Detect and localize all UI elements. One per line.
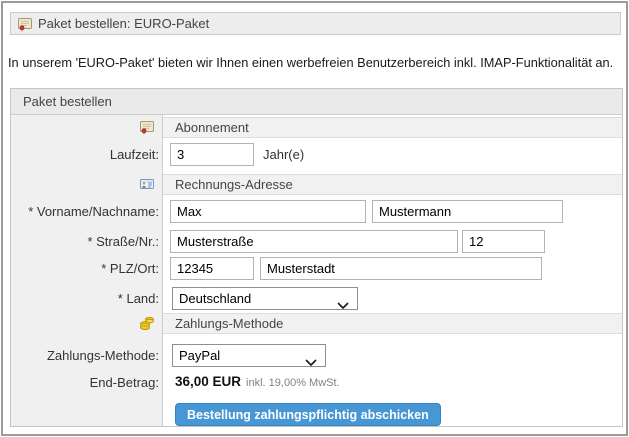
order-page: { "titlebar": { "title": "Paket bestelle… <box>0 0 629 437</box>
section-header-rechnungs-adresse: Rechnungs-Adresse <box>163 174 622 195</box>
vorname-nachname-label: * Vorname/Nachname: <box>28 204 159 219</box>
section-title: Abonnement <box>175 120 249 135</box>
page-title-bar: Paket bestellen: EURO-Paket <box>10 12 621 35</box>
submit-button[interactable]: Bestellung zahlungspflichtig abschicken <box>175 403 441 426</box>
package-icon <box>17 16 33 32</box>
intro-text: In unserem 'EURO-Paket' bieten wir Ihnen… <box>8 55 614 70</box>
city-input[interactable] <box>260 257 542 280</box>
section-header-abonnement: Abonnement <box>163 117 622 138</box>
housenumber-input[interactable] <box>462 230 545 253</box>
land-label: * Land: <box>117 291 159 306</box>
street-input[interactable] <box>170 230 458 253</box>
laufzeit-label: Laufzeit: <box>109 147 159 162</box>
zahlungs-methode-label: Zahlungs-Methode: <box>46 348 159 363</box>
country-select-value: Deutschland <box>179 291 252 306</box>
panel-header: Paket bestellen <box>11 89 622 115</box>
strasse-nr-label: * Straße/Nr.: <box>87 234 159 249</box>
laufzeit-input[interactable] <box>170 143 254 166</box>
laufzeit-unit: Jahr(e) <box>263 147 305 162</box>
window-frame: Paket bestellen: EURO-Paket In unserem '… <box>1 1 628 436</box>
total-row: 36,00 EUR inkl. 19,00% MwSt. <box>175 373 340 391</box>
payment-method-select[interactable]: PayPal <box>172 344 326 367</box>
page-title: Paket bestellen: EURO-Paket <box>38 16 210 31</box>
country-select[interactable]: Deutschland <box>172 287 358 310</box>
plz-ort-label: * PLZ/Ort: <box>101 261 159 276</box>
chevron-down-icon <box>305 352 317 366</box>
coins-icon <box>139 315 155 331</box>
chevron-down-icon <box>337 295 349 309</box>
total-amount: 36,00 EUR <box>175 374 242 389</box>
panel-content: Abonnement Laufzeit: Jahr(e) Rechnungs-A… <box>11 115 622 426</box>
package-icon <box>139 119 155 135</box>
section-title: Rechnungs-Adresse <box>175 177 293 192</box>
lastname-input[interactable] <box>372 200 563 223</box>
firstname-input[interactable] <box>170 200 366 223</box>
end-betrag-label: End-Betrag: <box>89 375 159 390</box>
payment-method-value: PayPal <box>179 348 221 363</box>
tax-note: inkl. 19,00% MwSt. <box>246 377 340 389</box>
section-header-zahlungs-methode: Zahlungs-Methode <box>163 313 622 334</box>
zip-input[interactable] <box>170 257 254 280</box>
section-title: Zahlungs-Methode <box>175 316 284 331</box>
order-form-panel: Paket bestellen Abonnement Laufzeit: Ja <box>10 88 623 427</box>
vcard-icon <box>139 176 155 192</box>
